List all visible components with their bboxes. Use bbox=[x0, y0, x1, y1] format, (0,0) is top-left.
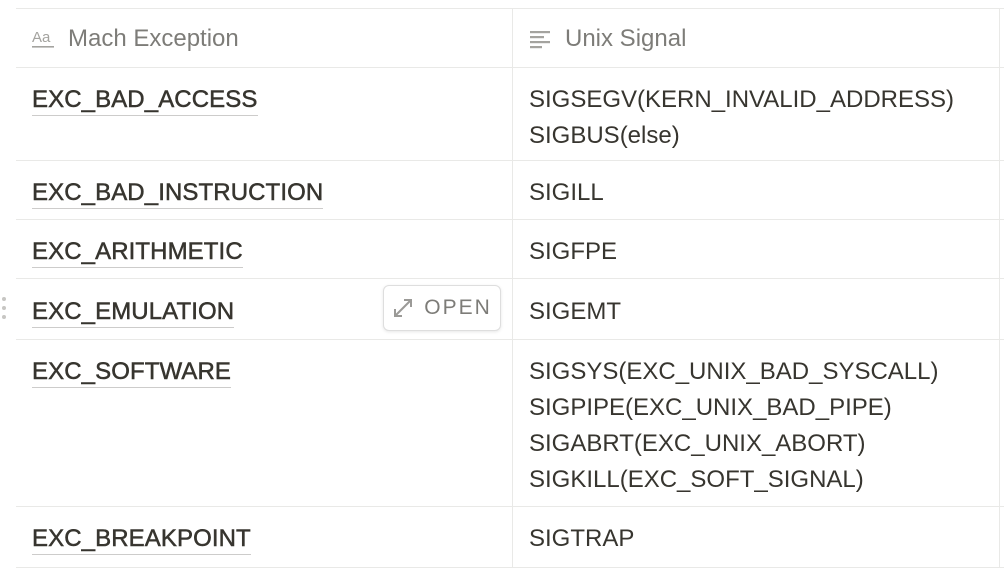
unix-signal-cell[interactable]: SIGSEGV(KERN_INVALID_ADDRESS) SIGBUS(els… bbox=[513, 68, 1000, 160]
mach-exception-cell[interactable]: EXC_SOFTWARE bbox=[16, 340, 513, 506]
column-header-label: Mach Exception bbox=[68, 25, 239, 52]
exception-name-link[interactable]: EXC_BAD_ACCESS bbox=[32, 85, 258, 116]
signal-text: SIGSEGV(KERN_INVALID_ADDRESS) bbox=[529, 86, 955, 113]
svg-text:Aa: Aa bbox=[32, 29, 51, 46]
mach-exception-cell[interactable]: EXC_BREAKPOINT bbox=[16, 507, 513, 567]
table-row[interactable]: EXC_BAD_INSTRUCTION SIGILL bbox=[16, 161, 1004, 220]
expand-diagonal-icon bbox=[394, 299, 413, 317]
signal-text: SIGTRAP bbox=[529, 525, 635, 552]
mach-exception-cell[interactable]: EXC_BAD_INSTRUCTION bbox=[16, 161, 513, 219]
signal-text: SIGILL bbox=[529, 179, 604, 206]
text-lines-icon bbox=[530, 31, 550, 49]
text-title-icon: Aa bbox=[32, 29, 54, 48]
exception-name-link[interactable]: EXC_BREAKPOINT bbox=[32, 524, 251, 555]
unix-signal-cell[interactable]: SIGFPE bbox=[513, 220, 1000, 278]
mach-exception-cell[interactable]: EXC_EMULATION OPEN bbox=[16, 279, 513, 339]
exception-name-link[interactable]: EXC_ARITHMETIC bbox=[32, 237, 243, 268]
mach-exception-cell[interactable]: EXC_BAD_ACCESS bbox=[16, 68, 513, 160]
table-row[interactable]: EXC_SOFTWARE SIGSYS(EXC_UNIX_BAD_SYSCALL… bbox=[16, 340, 1004, 507]
exception-name-link[interactable]: EXC_BAD_INSTRUCTION bbox=[32, 178, 323, 209]
signal-text: SIGKILL(EXC_SOFT_SIGNAL) bbox=[529, 466, 864, 493]
drag-handle-icon[interactable] bbox=[0, 295, 8, 321]
exception-name-link[interactable]: EXC_SOFTWARE bbox=[32, 357, 231, 388]
table-row[interactable]: EXC_ARITHMETIC SIGFPE bbox=[16, 220, 1004, 279]
exception-name-link[interactable]: EXC_EMULATION bbox=[32, 297, 234, 328]
database-table: Aa Mach Exception Unix Signal EXC_BAD_AC… bbox=[2, 8, 1004, 568]
column-header-mach-exception[interactable]: Aa Mach Exception bbox=[16, 9, 513, 67]
unix-signal-cell[interactable]: SIGTRAP bbox=[513, 507, 1000, 567]
signal-text: SIGEMT bbox=[529, 298, 622, 325]
open-page-button[interactable]: OPEN bbox=[383, 285, 501, 331]
table-row[interactable]: EXC_BREAKPOINT SIGTRAP bbox=[16, 507, 1004, 568]
table-row[interactable]: EXC_EMULATION OPEN SIGEMT bbox=[2, 279, 1004, 340]
table-row[interactable]: EXC_BAD_ACCESS SIGSEGV(KERN_INVALID_ADDR… bbox=[16, 68, 1004, 161]
open-button-label: OPEN bbox=[424, 296, 492, 319]
mach-exception-cell[interactable]: EXC_ARITHMETIC bbox=[16, 220, 513, 278]
signal-text: SIGSYS(EXC_UNIX_BAD_SYSCALL) bbox=[529, 358, 939, 385]
column-header-unix-signal[interactable]: Unix Signal bbox=[513, 9, 1000, 67]
table-header-row: Aa Mach Exception Unix Signal bbox=[16, 9, 1004, 68]
column-header-label: Unix Signal bbox=[565, 25, 687, 52]
signal-text: SIGBUS(else) bbox=[529, 122, 680, 149]
unix-signal-cell[interactable]: SIGILL bbox=[513, 161, 1000, 219]
signal-text: SIGABRT(EXC_UNIX_ABORT) bbox=[529, 430, 866, 457]
unix-signal-cell[interactable]: SIGSYS(EXC_UNIX_BAD_SYSCALL) SIGPIPE(EXC… bbox=[513, 340, 1000, 506]
signal-text: SIGFPE bbox=[529, 238, 618, 265]
signal-text: SIGPIPE(EXC_UNIX_BAD_PIPE) bbox=[529, 394, 892, 421]
unix-signal-cell[interactable]: SIGEMT bbox=[513, 279, 1000, 339]
